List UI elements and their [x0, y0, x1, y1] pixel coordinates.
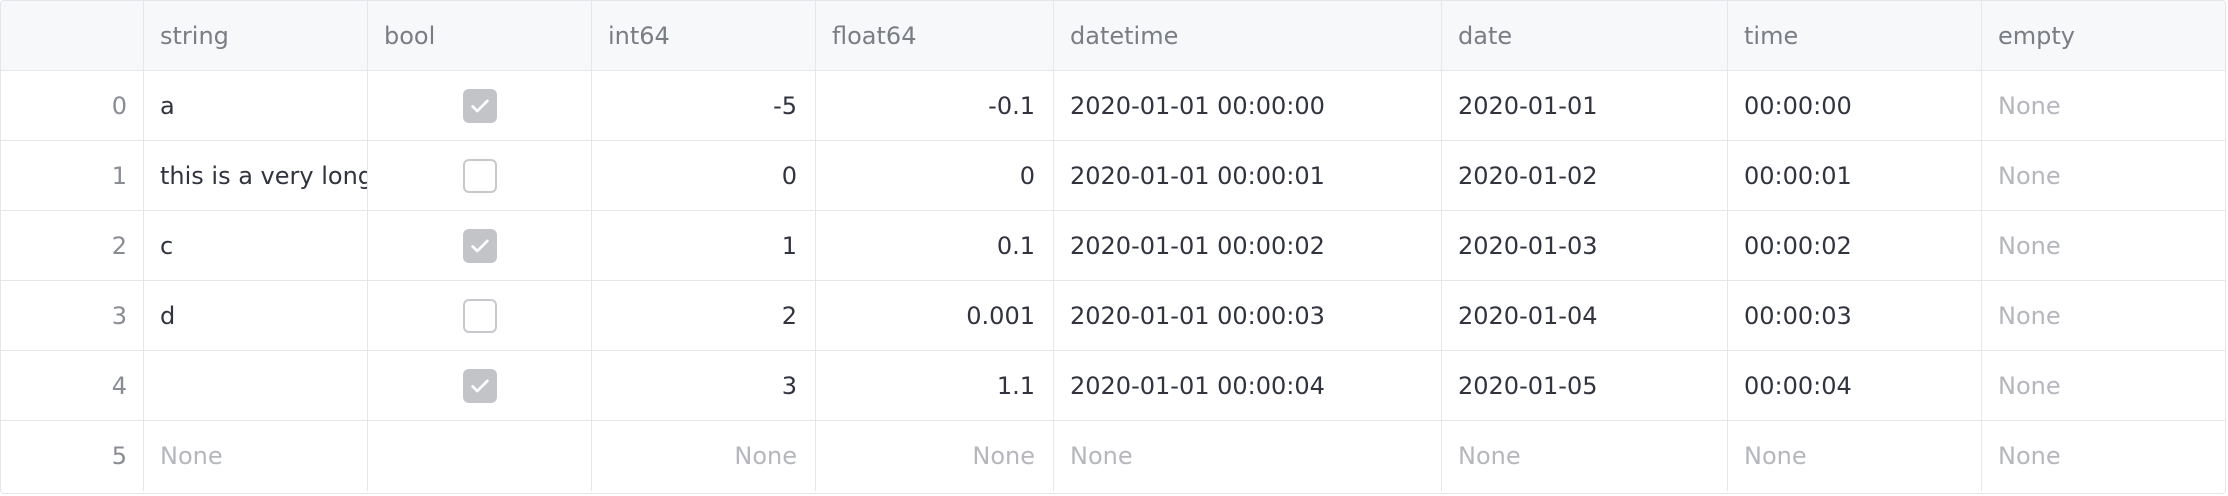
table-row[interactable]: 5 None None None None None None None [1, 421, 2225, 491]
cell-float64[interactable]: -0.1 [816, 71, 1054, 141]
table-row[interactable]: 1 this is a very long 0 0 2020-01-01 00:00:0… [1, 141, 2225, 211]
checkbox-unchecked[interactable] [462, 158, 497, 193]
cell-bool[interactable] [368, 211, 592, 281]
cell-index[interactable]: 4 [1, 351, 144, 421]
cell-date[interactable]: 2020-01-02 [1442, 141, 1728, 211]
data-table[interactable]: string bool int64 float64 datetime date … [0, 0, 2226, 494]
header-index-cell[interactable] [1, 1, 144, 71]
cell-date[interactable]: 2020-01-04 [1442, 281, 1728, 351]
cell-int64[interactable]: -5 [592, 71, 816, 141]
checkbox-checked[interactable] [462, 228, 497, 263]
cell-date[interactable]: 2020-01-05 [1442, 351, 1728, 421]
cell-index[interactable]: 5 [1, 421, 144, 491]
cell-empty[interactable]: None [1982, 351, 2225, 421]
check-icon [470, 99, 489, 112]
cell-int64[interactable]: 1 [592, 211, 816, 281]
cell-string[interactable]: this is a very long [144, 141, 368, 211]
cell-bool[interactable] [368, 351, 592, 421]
cell-int64[interactable]: 0 [592, 141, 816, 211]
cell-empty[interactable]: None [1982, 281, 2225, 351]
cell-index[interactable]: 2 [1, 211, 144, 281]
cell-string[interactable] [144, 351, 368, 421]
cell-index[interactable]: 3 [1, 281, 144, 351]
cell-string[interactable]: a [144, 71, 368, 141]
cell-date[interactable]: 2020-01-01 [1442, 71, 1728, 141]
cell-string[interactable]: None [144, 421, 368, 491]
checkbox-unchecked[interactable] [462, 298, 497, 333]
cell-bool[interactable] [368, 71, 592, 141]
checkbox-checked[interactable] [462, 88, 497, 123]
cell-datetime[interactable]: None [1054, 421, 1442, 491]
cell-date[interactable]: None [1442, 421, 1728, 491]
cell-time[interactable]: 00:00:03 [1728, 281, 1982, 351]
cell-empty[interactable]: None [1982, 421, 2225, 491]
table-row[interactable]: 0 a -5 -0.1 2020-01-01 00:00:00 2020-01-01 00:… [1, 71, 2225, 141]
cell-index[interactable]: 0 [1, 71, 144, 141]
cell-int64[interactable]: None [592, 421, 816, 491]
cell-time[interactable]: 00:00:04 [1728, 351, 1982, 421]
table-row[interactable]: 3 d 2 0.001 2020-01-01 00:00:03 2020-01-04 00:… [1, 281, 2225, 351]
header-datetime[interactable]: datetime [1054, 1, 1442, 71]
cell-date[interactable]: 2020-01-03 [1442, 211, 1728, 281]
cell-empty[interactable]: None [1982, 211, 2225, 281]
cell-float64[interactable]: 0.001 [816, 281, 1054, 351]
cell-string[interactable]: d [144, 281, 368, 351]
cell-time[interactable]: None [1728, 421, 1982, 491]
cell-datetime[interactable]: 2020-01-01 00:00:04 [1054, 351, 1442, 421]
cell-float64[interactable]: None [816, 421, 1054, 491]
cell-empty[interactable]: None [1982, 141, 2225, 211]
cell-datetime[interactable]: 2020-01-01 00:00:03 [1054, 281, 1442, 351]
header-string[interactable]: string [144, 1, 368, 71]
cell-float64[interactable]: 0 [816, 141, 1054, 211]
cell-int64[interactable]: 3 [592, 351, 816, 421]
header-int64[interactable]: int64 [592, 1, 816, 71]
cell-time[interactable]: 00:00:00 [1728, 71, 1982, 141]
cell-datetime[interactable]: 2020-01-01 00:00:02 [1054, 211, 1442, 281]
cell-bool[interactable] [368, 141, 592, 211]
cell-string[interactable]: c [144, 211, 368, 281]
cell-time[interactable]: 00:00:02 [1728, 211, 1982, 281]
cell-bool[interactable] [368, 421, 592, 491]
cell-bool[interactable] [368, 281, 592, 351]
cell-index[interactable]: 1 [1, 141, 144, 211]
cell-empty[interactable]: None [1982, 71, 2225, 141]
header-date[interactable]: date [1442, 1, 1728, 71]
cell-time[interactable]: 00:00:01 [1728, 141, 1982, 211]
cell-int64[interactable]: 2 [592, 281, 816, 351]
header-bool[interactable]: bool [368, 1, 592, 71]
header-empty[interactable]: empty [1982, 1, 2225, 71]
cell-float64[interactable]: 1.1 [816, 351, 1054, 421]
checkbox-checked[interactable] [462, 368, 497, 403]
header-time[interactable]: time [1728, 1, 1982, 71]
cell-datetime[interactable]: 2020-01-01 00:00:00 [1054, 71, 1442, 141]
check-icon [470, 379, 489, 392]
cell-float64[interactable]: 0.1 [816, 211, 1054, 281]
table-header-row: string bool int64 float64 datetime date … [1, 1, 2225, 71]
header-float64[interactable]: float64 [816, 1, 1054, 71]
check-icon [470, 239, 489, 252]
cell-datetime[interactable]: 2020-01-01 00:00:01 [1054, 141, 1442, 211]
table-row[interactable]: 2 c 1 0.1 2020-01-01 00:00:02 2020-01-03 00:00… [1, 211, 2225, 281]
table-row[interactable]: 4 3 1.1 2020-01-01 00:00:04 2020-01-05 00:00:… [1, 351, 2225, 421]
